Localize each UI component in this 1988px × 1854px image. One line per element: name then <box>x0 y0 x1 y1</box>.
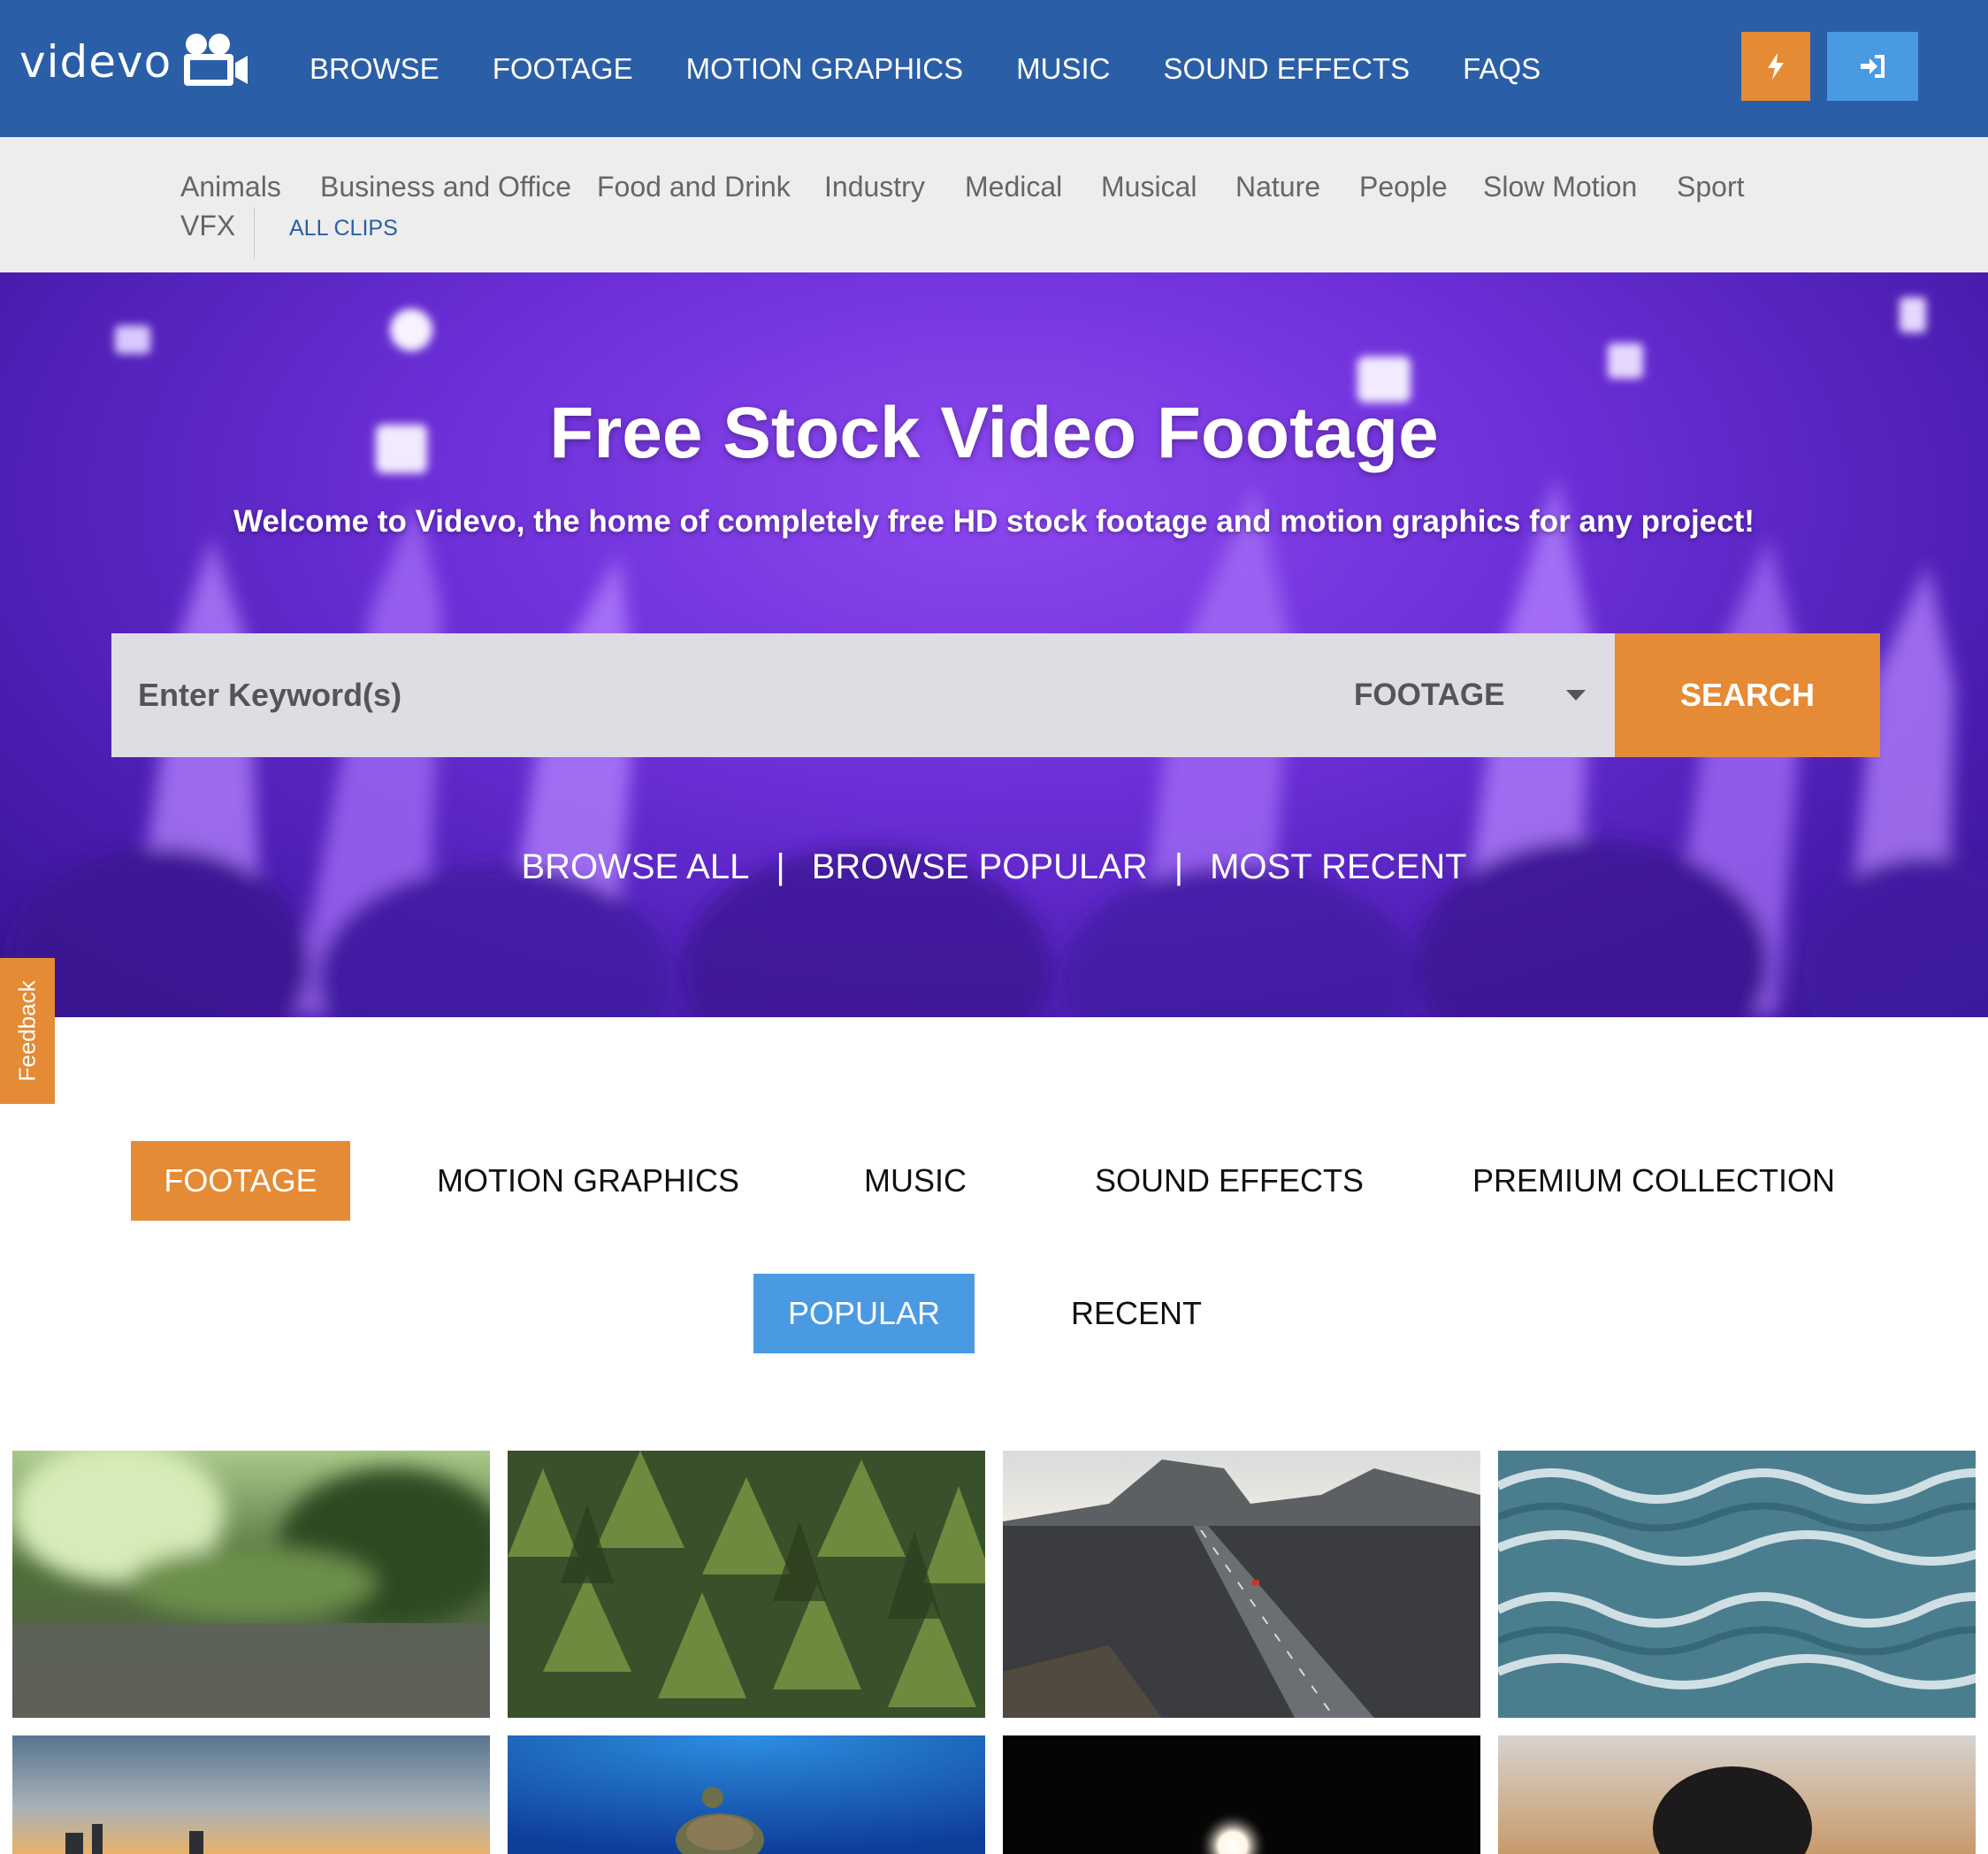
category-slow-motion[interactable]: Slow Motion <box>1483 171 1637 203</box>
category-bar <box>0 137 1988 272</box>
tab-music[interactable]: MUSIC <box>849 1141 982 1221</box>
category-vfx[interactable]: VFX <box>180 210 235 242</box>
nav-browse[interactable]: BROWSE <box>310 52 440 86</box>
category-divider <box>254 208 255 259</box>
search-bar: FOOTAGE SEARCH <box>111 633 1880 757</box>
nav-sound-effects[interactable]: SOUND EFFECTS <box>1163 52 1410 86</box>
link-separator: | <box>776 847 785 886</box>
caret-down-icon <box>1566 690 1587 701</box>
search-type-dropdown[interactable]: FOOTAGE <box>1354 633 1587 757</box>
search-button[interactable]: SEARCH <box>1615 633 1880 757</box>
browse-all-link[interactable]: BROWSE ALL <box>521 847 749 887</box>
video-thumbnail-sunset-city[interactable] <box>12 1735 490 1854</box>
main-nav: BROWSE FOOTAGE MOTION GRAPHICS MUSIC SOU… <box>310 0 1594 137</box>
feedback-tab[interactable]: Feedback <box>0 958 55 1104</box>
tab-premium-collection[interactable]: PREMIUM COLLECTION <box>1472 1141 1835 1221</box>
category-food-and-drink[interactable]: Food and Drink <box>597 171 791 203</box>
category-people[interactable]: People <box>1359 171 1448 203</box>
category-musical[interactable]: Musical <box>1101 171 1197 203</box>
bolt-icon <box>1768 53 1784 80</box>
video-camera-icon <box>180 31 251 94</box>
premium-button[interactable] <box>1741 32 1810 101</box>
nav-music[interactable]: MUSIC <box>1016 52 1110 86</box>
logo-text: videvo <box>19 36 172 88</box>
category-business-and-office[interactable]: Business and Office <box>320 171 571 203</box>
hero-browse-links: BROWSE ALL | BROWSE POPULAR | MOST RECEN… <box>0 847 1988 887</box>
nav-motion-graphics[interactable]: MOTION GRAPHICS <box>686 52 964 86</box>
all-clips-link[interactable]: ALL CLIPS <box>289 216 398 241</box>
videvo-logo[interactable]: videvo <box>19 27 251 97</box>
video-thumbnail-dark-light[interactable] <box>1003 1735 1480 1854</box>
hero-title: Free Stock Video Footage <box>549 393 1439 473</box>
video-thumbnail-pine-forest[interactable] <box>508 1451 985 1718</box>
browse-popular-link[interactable]: BROWSE POPULAR <box>812 847 1148 887</box>
video-thumbnail-rain-forest[interactable] <box>12 1451 490 1718</box>
video-thumbnail-sea-turtle[interactable] <box>508 1735 985 1854</box>
video-thumbnail-road-landscape[interactable] <box>1003 1451 1480 1718</box>
category-animals[interactable]: Animals <box>180 171 281 203</box>
tab-footage[interactable]: FOOTAGE <box>131 1141 350 1221</box>
tab-sound-effects[interactable]: SOUND EFFECTS <box>1095 1141 1364 1221</box>
category-industry[interactable]: Industry <box>824 171 925 203</box>
top-navigation-bar: videvo BROWSE FOOTAGE MOTION GRAPHICS MU… <box>0 0 1988 137</box>
login-button[interactable] <box>1827 32 1918 101</box>
category-medical[interactable]: Medical <box>965 171 1062 203</box>
sort-popular[interactable]: POPULAR <box>753 1274 975 1353</box>
tab-motion-graphics[interactable]: MOTION GRAPHICS <box>437 1141 739 1221</box>
video-thumbnail-silhouette[interactable] <box>1498 1735 1976 1854</box>
nav-footage[interactable]: FOOTAGE <box>493 52 633 86</box>
category-sport[interactable]: Sport <box>1677 171 1744 203</box>
sign-in-icon <box>1860 55 1885 78</box>
nav-faqs[interactable]: FAQS <box>1463 52 1541 86</box>
video-thumbnail-ocean-waves[interactable] <box>1498 1451 1976 1718</box>
hero-subtitle: Welcome to Videvo, the home of completel… <box>233 504 1755 539</box>
category-nature[interactable]: Nature <box>1235 171 1320 203</box>
link-separator: | <box>1174 847 1184 886</box>
most-recent-link[interactable]: MOST RECENT <box>1210 847 1466 887</box>
hero-banner: Free Stock Video Footage Welcome to Vide… <box>0 272 1988 1017</box>
search-type-value: FOOTAGE <box>1354 678 1505 712</box>
sort-recent[interactable]: RECENT <box>1044 1274 1229 1353</box>
feedback-label: Feedback <box>13 980 41 1082</box>
